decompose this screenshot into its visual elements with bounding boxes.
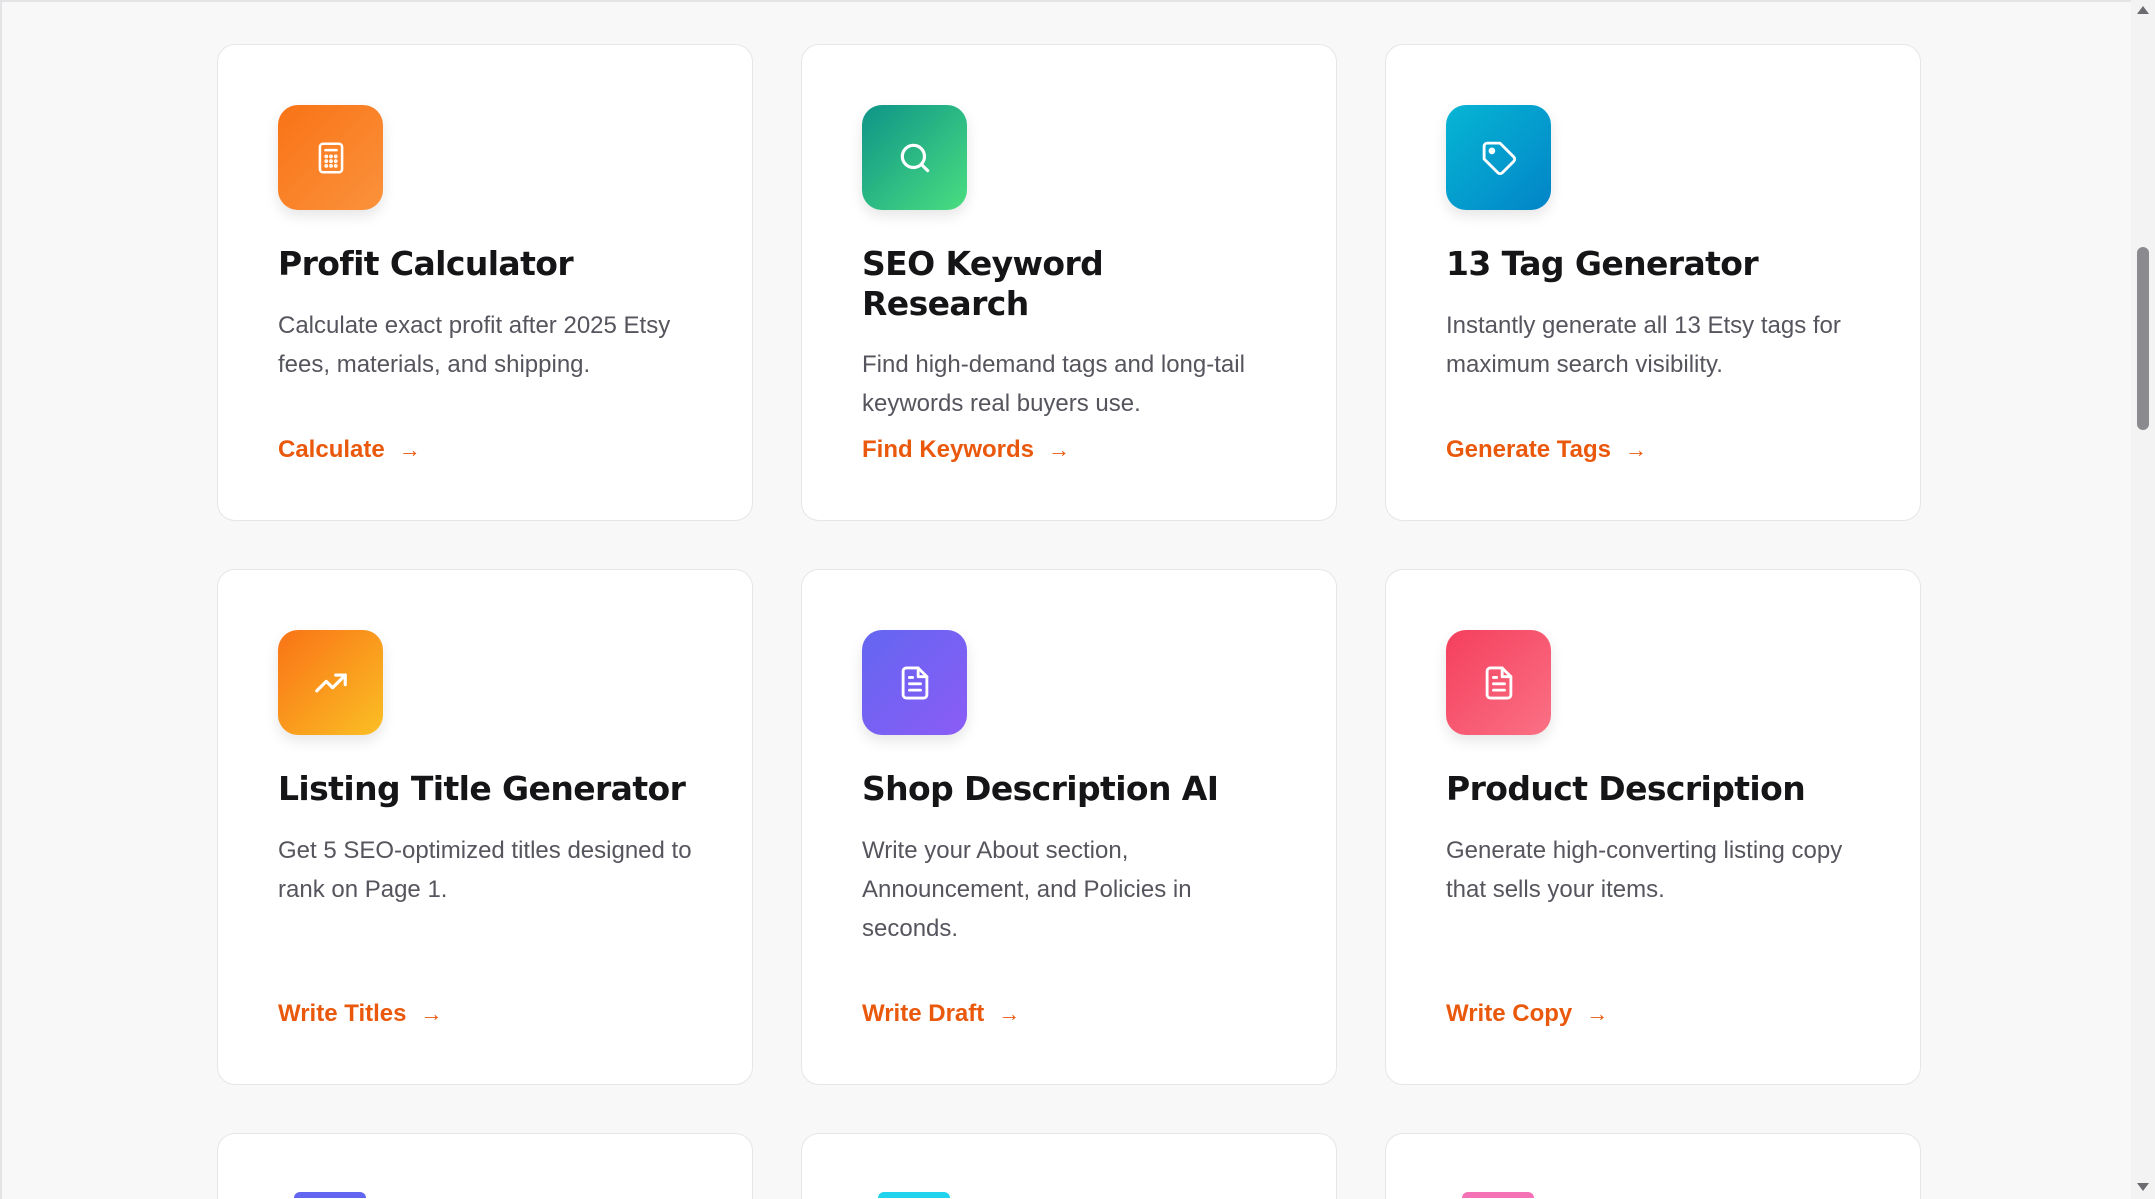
page-viewport: Profit Calculator Calculate exact profit…: [0, 0, 2131, 1199]
tool-card-seo-keyword-research[interactable]: SEO Keyword Research Find high-demand ta…: [801, 44, 1337, 521]
cta-label: Generate Tags: [1446, 436, 1611, 463]
tool-description: Find high-demand tags and long-tail keyw…: [862, 351, 1245, 418]
cta-label: Find Keywords: [862, 436, 1035, 463]
tool-icon-box: [278, 630, 383, 735]
trending-up-icon: [314, 673, 347, 692]
tool-title: 13 Tag Generator: [1446, 244, 1759, 283]
write-draft-link[interactable]: Write Draft →: [862, 1002, 1276, 1026]
tool-title: Product Description: [1446, 769, 1806, 808]
cta-label: Write Titles: [278, 1000, 407, 1027]
cta-label: Write Draft: [862, 1000, 985, 1027]
document-icon: [901, 666, 928, 699]
tool-card-13-tag-generator[interactable]: 13 Tag Generator Instantly generate all …: [1385, 44, 1921, 521]
tool-title: Shop Description AI: [862, 769, 1219, 808]
cta-label: Write Copy: [1446, 1000, 1573, 1027]
tool-icon-box: [1446, 630, 1551, 735]
scrollbar-thumb[interactable]: [2137, 247, 2149, 430]
tool-icon-box: [862, 630, 967, 735]
tool-description: Write your About section, Announcement, …: [862, 836, 1192, 942]
tool-card-partial[interactable]: [1385, 1133, 1921, 1199]
vertical-scrollbar[interactable]: [2131, 0, 2155, 1199]
arrow-right-icon: →: [998, 1001, 1021, 1026]
scroll-down-arrow-icon[interactable]: [2137, 1183, 2149, 1191]
tool-icon-box: [878, 1192, 950, 1198]
document-icon: [1485, 666, 1512, 699]
generate-tags-link[interactable]: Generate Tags →: [1446, 438, 1860, 462]
arrow-right-icon: →: [1048, 437, 1071, 462]
arrow-right-icon: →: [420, 1001, 443, 1026]
tool-description: Instantly generate all 13 Etsy tags for …: [1446, 311, 1841, 378]
tool-card-profit-calculator[interactable]: Profit Calculator Calculate exact profit…: [217, 44, 753, 521]
write-titles-link[interactable]: Write Titles →: [278, 1002, 692, 1026]
tool-card-partial[interactable]: [801, 1133, 1337, 1199]
tool-card-product-description[interactable]: Product Description Generate high-conver…: [1385, 569, 1921, 1085]
scroll-up-arrow-icon[interactable]: [2137, 6, 2149, 14]
write-copy-link[interactable]: Write Copy →: [1446, 1002, 1860, 1026]
tool-description: Generate high-converting listing copy th…: [1446, 836, 1843, 903]
tools-grid: Profit Calculator Calculate exact profit…: [217, 44, 1921, 1199]
tag-icon: [1482, 141, 1516, 175]
find-keywords-link[interactable]: Find Keywords →: [862, 438, 1276, 462]
tool-description: Calculate exact profit after 2025 Etsy f…: [278, 311, 671, 378]
calculate-link[interactable]: Calculate →: [278, 438, 692, 462]
calculator-icon: [318, 141, 343, 174]
tool-icon-box: [1446, 105, 1551, 210]
tool-title: Listing Title Generator: [278, 769, 686, 808]
tool-card-partial[interactable]: [217, 1133, 753, 1199]
tool-icon-box: [1462, 1192, 1534, 1198]
tool-title: SEO Keyword Research: [862, 244, 1104, 323]
arrow-right-icon: →: [1586, 1001, 1609, 1026]
tool-card-shop-description-ai[interactable]: Shop Description AI Write your About sec…: [801, 569, 1337, 1085]
tool-icon-box: [862, 105, 967, 210]
tool-icon-box: [294, 1192, 366, 1198]
search-icon: [900, 143, 929, 172]
tool-title: Profit Calculator: [278, 244, 574, 283]
tool-description: Get 5 SEO-optimized titles designed to r…: [278, 836, 692, 903]
tool-card-listing-title-generator[interactable]: Listing Title Generator Get 5 SEO-optimi…: [217, 569, 753, 1085]
arrow-right-icon: →: [1624, 437, 1647, 462]
arrow-right-icon: →: [398, 437, 421, 462]
cta-label: Calculate: [278, 436, 385, 463]
tool-icon-box: [278, 105, 383, 210]
